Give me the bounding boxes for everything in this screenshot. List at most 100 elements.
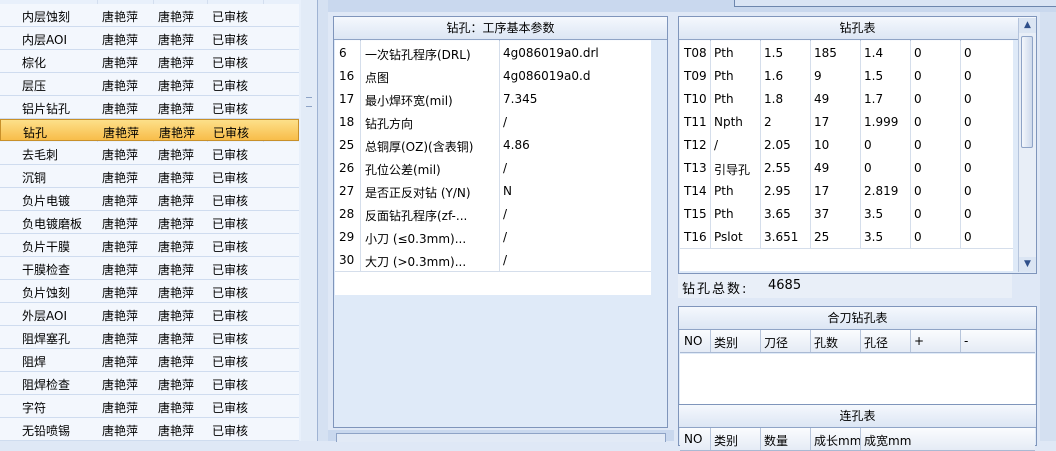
drill-row[interactable]: T11 Npth 2 17 1.999 0 0: [680, 110, 1013, 134]
drill-row[interactable]: T12 / 2.05 10 0 0 0: [680, 133, 1013, 157]
link-hole-panel: 连孔表 NO 类别 数量 成长mm 成宽mm: [678, 404, 1037, 451]
header-cell[interactable]: NO: [684, 432, 702, 446]
params-row[interactable]: 17 最小焊环宽(mil) 7.345: [335, 87, 651, 111]
header-cell[interactable]: +: [914, 334, 924, 348]
process-reviewer: 唐艳萍: [158, 401, 195, 415]
process-name: 阻焊塞孔: [22, 332, 71, 346]
process-status: 已审核: [212, 194, 249, 208]
drill-cell: 0: [964, 92, 972, 106]
header-cell[interactable]: 类别: [714, 334, 738, 351]
grid-column-line: [860, 41, 861, 248]
drill-cell: 185: [814, 46, 837, 60]
drill-cell: 2.05: [764, 138, 791, 152]
process-row[interactable]: 棕化 唐艳萍 唐艳萍 已审核: [0, 50, 299, 73]
process-status: 已审核: [212, 401, 249, 415]
list-scrollbar[interactable]: [301, 0, 318, 441]
process-row[interactable]: 无铅喷锡 唐艳萍 唐艳萍 已审核: [0, 418, 299, 441]
process-row[interactable]: 字符 唐艳萍 唐艳萍 已审核: [0, 395, 299, 418]
drill-row[interactable]: T08 Pth 1.5 185 1.4 0 0: [680, 41, 1013, 65]
drill-cell: 17: [814, 115, 830, 129]
header-cell[interactable]: 孔径: [864, 334, 888, 351]
header-cell[interactable]: NO: [684, 334, 702, 348]
process-row[interactable]: 沉铜 唐艳萍 唐艳萍 已审核: [0, 165, 299, 188]
process-row[interactable]: 负片电镀 唐艳萍 唐艳萍 已审核: [0, 188, 299, 211]
process-row[interactable]: 层压 唐艳萍 唐艳萍 已审核: [0, 73, 299, 96]
drill-cell: 2.95: [764, 184, 791, 198]
drill-row[interactable]: T09 Pth 1.6 9 1.5 0 0: [680, 64, 1013, 88]
process-row[interactable]: 钻孔 唐艳萍 唐艳萍 已审核: [0, 119, 299, 141]
process-name: 负片蚀刻: [22, 286, 71, 300]
drill-cell: Npth: [714, 115, 743, 129]
param-value: /: [503, 115, 508, 129]
drill-cell: 0: [964, 207, 972, 221]
params-row[interactable]: 29 小刀 (≤0.3mm)... /: [335, 225, 651, 249]
scroll-down-icon[interactable]: ▼: [1019, 257, 1036, 272]
params-row[interactable]: 16 点图 4g086019a0.d: [335, 64, 651, 88]
drill-cell: T16: [684, 230, 707, 244]
process-editor: 唐艳萍: [102, 56, 139, 70]
params-row[interactable]: 25 总铜厚(OZ)(含表铜) 4.86: [335, 133, 651, 157]
drill-scrollbar[interactable]: ▲ ▼: [1018, 18, 1036, 272]
param-item: 最小焊环宽(mil): [365, 94, 453, 108]
params-row[interactable]: 28 反面钻孔程序(zf-... /: [335, 202, 651, 226]
grid-column-line: [499, 41, 500, 271]
header-cell[interactable]: -: [964, 334, 968, 348]
process-reviewer: 唐艳萍: [158, 102, 195, 116]
params-row[interactable]: 18 钻孔方向 /: [335, 110, 651, 134]
process-list: 内层蚀刻 唐艳萍 唐艳萍 已审核 内层AOI 唐艳萍 唐艳萍 已审核 棕化 唐艳萍 唐艳萍 已审核 层压…: [0, 0, 302, 441]
process-row[interactable]: 负电镀磨板 唐艳萍 唐艳萍 已审核: [0, 211, 299, 234]
header-divider: [810, 330, 811, 352]
process-row[interactable]: 负片干膜 唐艳萍 唐艳萍 已审核: [0, 234, 299, 257]
header-divider: [710, 428, 711, 450]
params-row[interactable]: 27 是否正反对钻 (Y/N) N: [335, 179, 651, 203]
process-row[interactable]: 去毛刺 唐艳萍 唐艳萍 已审核: [0, 142, 299, 165]
drill-cell: 10: [814, 138, 830, 152]
process-editor: 唐艳萍: [102, 194, 139, 208]
process-reviewer: 唐艳萍: [158, 309, 195, 323]
header-cell[interactable]: 刀径: [764, 334, 788, 351]
drill-row[interactable]: T14 Pth 2.95 17 2.819 0 0: [680, 179, 1013, 203]
drill-cell: T14: [684, 184, 707, 198]
drill-cell: 37: [814, 207, 830, 221]
params-row[interactable]: 30 大刀 (>0.3mm)... /: [335, 248, 651, 272]
drill-total-value: 4685: [768, 278, 802, 293]
process-row[interactable]: 内层AOI 唐艳萍 唐艳萍 已审核: [0, 27, 299, 50]
scroll-up-icon[interactable]: ▲: [1019, 18, 1036, 33]
link-grid-header: NO 类别 数量 成长mm 成宽mm: [680, 428, 1035, 451]
drill-cell: 3.651: [764, 230, 799, 244]
drill-cell: 2.55: [764, 161, 791, 175]
combo-grid: [680, 354, 1035, 406]
param-item: 孔位公差(mil): [365, 163, 441, 177]
process-row[interactable]: 阻焊检查 唐艳萍 唐艳萍 已审核: [0, 372, 299, 395]
drill-row[interactable]: T10 Pth 1.8 49 1.7 0 0: [680, 87, 1013, 111]
process-row[interactable]: 干膜检查 唐艳萍 唐艳萍 已审核: [0, 257, 299, 280]
process-status: 已审核: [212, 240, 249, 254]
drill-row[interactable]: T15 Pth 3.65 37 3.5 0 0: [680, 202, 1013, 226]
process-row[interactable]: 铝片钻孔 唐艳萍 唐艳萍 已审核: [0, 96, 299, 119]
drill-row[interactable]: T16 Pslot 3.651 25 3.5 0 0: [680, 225, 1013, 249]
process-editor: 唐艳萍: [102, 401, 139, 415]
process-row[interactable]: 阻焊塞孔 唐艳萍 唐艳萍 已审核: [0, 326, 299, 349]
param-no: 16: [339, 69, 355, 83]
drill-row[interactable]: T13 引导孔 2.55 49 0 0 0: [680, 156, 1013, 180]
splitter-grip[interactable]: [306, 97, 312, 107]
process-status: 已审核: [212, 79, 249, 93]
process-name: 阻焊: [22, 355, 47, 369]
drill-cell: Pth: [714, 46, 734, 60]
params-row[interactable]: 6 一次钻孔程序(DRL) 4g086019a0.drl: [335, 41, 651, 65]
drill-cell: 0: [914, 230, 922, 244]
param-no: 27: [339, 184, 355, 198]
process-row[interactable]: 阻焊 唐艳萍 唐艳萍 已审核: [0, 349, 299, 372]
scroll-thumb[interactable]: [1021, 36, 1033, 148]
process-editor: 唐艳萍: [102, 10, 139, 24]
drill-cell: 3.5: [864, 230, 884, 244]
process-row[interactable]: 负片蚀刻 唐艳萍 唐艳萍 已审核: [0, 280, 299, 303]
drill-cell: 0: [964, 230, 972, 244]
process-row[interactable]: 外层AOI 唐艳萍 唐艳萍 已审核: [0, 303, 299, 326]
process-reviewer: 唐艳萍: [158, 171, 195, 185]
right-edge-strip: [1040, 12, 1056, 441]
panel-gutter: [318, 0, 328, 441]
params-row[interactable]: 26 孔位公差(mil) /: [335, 156, 651, 180]
header-cell[interactable]: 孔数: [814, 334, 838, 351]
process-row[interactable]: 内层蚀刻 唐艳萍 唐艳萍 已审核: [0, 4, 299, 27]
